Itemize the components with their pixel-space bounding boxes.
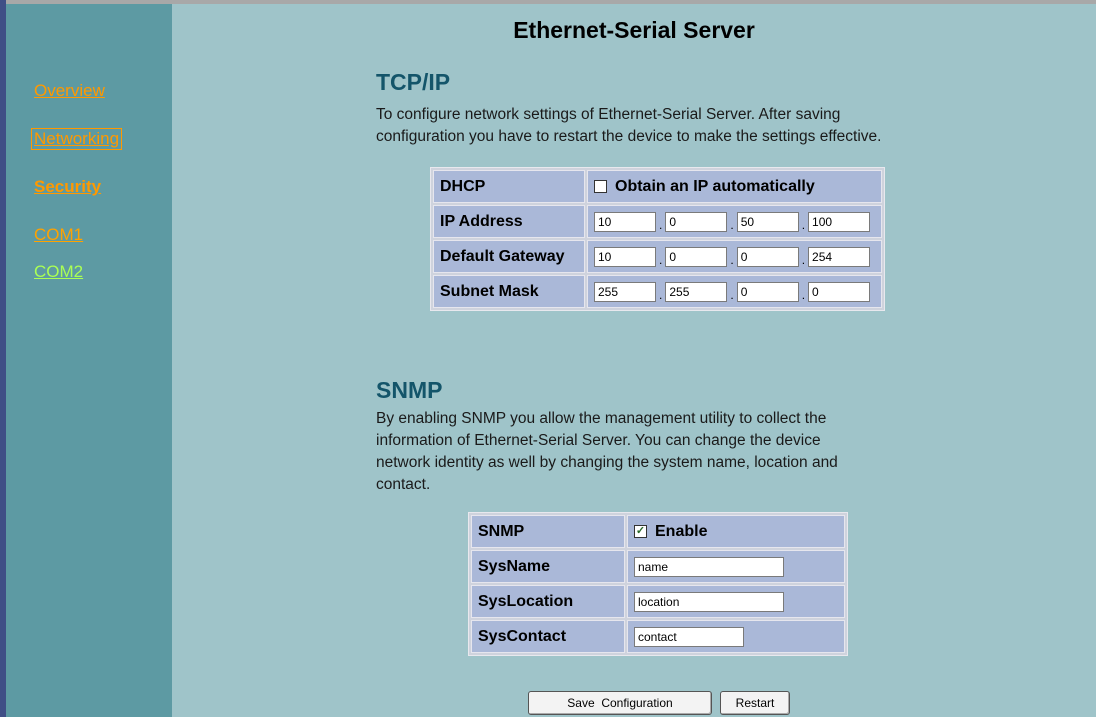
- snmp-description-line: By enabling SNMP you allow the managemen…: [376, 410, 827, 427]
- default-gateway-label: Default Gateway: [433, 240, 585, 273]
- snmp-description: By enabling SNMP you allow the managemen…: [376, 408, 838, 496]
- sidebar-item-overview[interactable]: Overview: [34, 81, 105, 101]
- mask-octet-3-input[interactable]: [736, 281, 799, 302]
- table-row: IP Address ...: [433, 205, 882, 238]
- mask-octet-2-input[interactable]: [665, 281, 728, 302]
- gateway-octet-2-input[interactable]: [665, 246, 728, 267]
- octet-separator: .: [801, 287, 806, 302]
- save-configuration-button[interactable]: Save Configuration: [528, 691, 712, 715]
- gateway-octet-3-input[interactable]: [736, 246, 799, 267]
- table-row: SysLocation: [471, 585, 845, 618]
- subnet-mask-fields: ...: [587, 275, 882, 308]
- snmp-description-line: contact.: [376, 476, 431, 493]
- octet-separator: .: [659, 217, 663, 232]
- sidebar-item-com1[interactable]: COM1: [34, 225, 83, 245]
- snmp-heading: SNMP: [376, 377, 443, 403]
- syslocation-label: SysLocation: [471, 585, 625, 618]
- subnet-mask-label: Subnet Mask: [433, 275, 585, 308]
- octet-separator: .: [659, 252, 663, 267]
- syslocation-cell: [627, 585, 845, 618]
- octet-separator: .: [801, 252, 806, 267]
- gateway-octet-1-input[interactable]: [594, 246, 656, 267]
- syslocation-input[interactable]: [634, 591, 784, 612]
- ip-address-label: IP Address: [433, 205, 585, 238]
- ip-octet-4-input[interactable]: [808, 211, 871, 232]
- sidebar: Overview Networking Security COM1 COM2: [6, 4, 172, 717]
- ip-address-fields: ...: [587, 205, 882, 238]
- sysname-cell: [627, 550, 845, 583]
- dhcp-cell: Obtain an IP automatically: [587, 170, 882, 203]
- sysname-label: SysName: [471, 550, 625, 583]
- octet-separator: .: [801, 217, 806, 232]
- snmp-enable-checkbox[interactable]: ✓: [634, 524, 647, 538]
- snmp-enable-label: Enable: [655, 522, 708, 540]
- table-row: SysName: [471, 550, 845, 583]
- dhcp-checkbox[interactable]: [594, 179, 607, 193]
- tcpip-description-line: configuration you have to restart the de…: [376, 128, 882, 145]
- snmp-enable-cell: ✓ Enable: [627, 515, 845, 548]
- octet-separator: .: [730, 287, 734, 302]
- dhcp-label: DHCP: [433, 170, 585, 203]
- gateway-fields: ...: [587, 240, 882, 273]
- table-row: DHCP Obtain an IP automatically: [433, 170, 882, 203]
- ip-octet-3-input[interactable]: [736, 211, 799, 232]
- table-row: Subnet Mask ...: [433, 275, 882, 308]
- tcpip-table: DHCP Obtain an IP automatically IP Addre…: [430, 167, 885, 311]
- syscontact-input[interactable]: [634, 626, 744, 647]
- snmp-description-line: network identity as well by changing the…: [376, 454, 838, 471]
- octet-separator: .: [730, 217, 734, 232]
- tcpip-description: To configure network settings of Etherne…: [376, 104, 881, 148]
- snmp-description-line: information of Ethernet-Serial Server. Y…: [376, 432, 821, 449]
- sidebar-item-networking[interactable]: Networking: [30, 128, 123, 150]
- syscontact-label: SysContact: [471, 620, 625, 653]
- mask-octet-1-input[interactable]: [594, 281, 656, 302]
- ip-octet-2-input[interactable]: [665, 211, 728, 232]
- table-row: SysContact: [471, 620, 845, 653]
- page-title: Ethernet-Serial Server: [513, 17, 755, 43]
- dhcp-option-label: Obtain an IP automatically: [615, 177, 815, 195]
- sidebar-item-security[interactable]: Security: [34, 177, 101, 197]
- mask-octet-4-input[interactable]: [808, 281, 871, 302]
- table-row: Default Gateway ...: [433, 240, 882, 273]
- octet-separator: .: [659, 287, 663, 302]
- restart-button[interactable]: Restart: [720, 691, 790, 715]
- table-row: SNMP ✓ Enable: [471, 515, 845, 548]
- sidebar-item-com2[interactable]: COM2: [34, 262, 83, 282]
- gateway-octet-4-input[interactable]: [808, 246, 871, 267]
- snmp-label: SNMP: [471, 515, 625, 548]
- tcpip-description-line: To configure network settings of Etherne…: [376, 106, 841, 123]
- sysname-input[interactable]: [634, 556, 784, 577]
- snmp-table: SNMP ✓ Enable SysName SysLocation SysCont…: [468, 512, 848, 656]
- syscontact-cell: [627, 620, 845, 653]
- octet-separator: .: [730, 252, 734, 267]
- tcpip-heading: TCP/IP: [376, 69, 451, 95]
- ip-octet-1-input[interactable]: [594, 211, 656, 232]
